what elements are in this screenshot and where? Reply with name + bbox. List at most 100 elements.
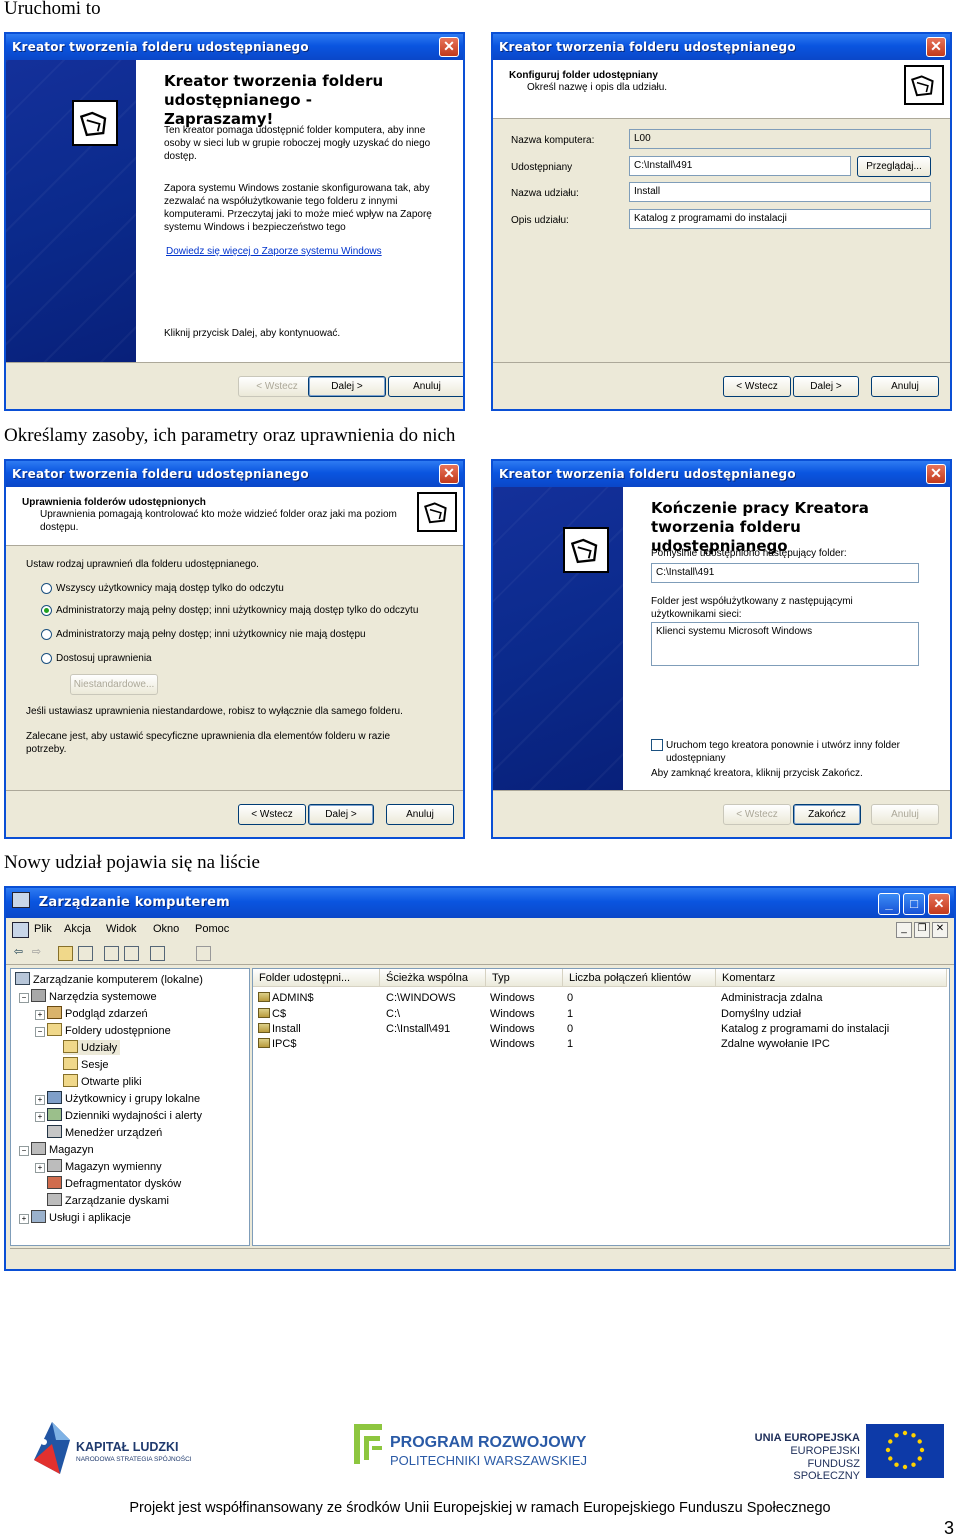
column-header-type[interactable]: Typ [486,969,563,987]
cancel-button[interactable]: Anuluj [386,804,454,825]
child-restore-button[interactable]: ❐ [914,922,930,938]
tree-item-open-files[interactable]: Otwarte pliki [63,1074,142,1089]
column-header-connections[interactable]: Liczba połączeń klientów [563,969,716,987]
cancel-button[interactable]: Anuluj [871,376,939,397]
export-list-icon[interactable] [124,946,139,961]
close-button[interactable]: ✕ [926,464,946,484]
share-name-field[interactable]: Install [629,182,931,202]
close-button[interactable]: ✕ [928,893,950,915]
tree-item-shared-folders[interactable]: Foldery udostępnione [47,1023,171,1038]
finish-content: Kończenie pracy Kreatora tworzenia folde… [623,487,950,791]
menu-action[interactable]: Akcja [64,923,91,935]
custom-permissions-button[interactable]: Niestandardowe... [70,674,158,695]
prpw-line-1: PROGRAM ROZWOJOWY [390,1434,587,1451]
column-header-share[interactable]: Folder udostępni... [253,969,380,987]
column-header-path[interactable]: Ścieżka wspólna [380,969,486,987]
caption-2: Określamy zasoby, ich parametry oraz upr… [4,425,456,446]
menu-view[interactable]: Widok [106,923,137,935]
tree-item-local-users[interactable]: Użytkownicy i grupy lokalne [47,1091,200,1106]
next-button[interactable]: Dalej > [308,804,374,825]
radio-admin-full-others-none[interactable] [41,629,52,640]
tree-item-removable-storage[interactable]: Magazyn wymienny [47,1159,162,1174]
expand-toggle[interactable]: + [35,1112,45,1122]
maximize-button[interactable]: □ [903,893,925,915]
share-name-text: IPC$ [272,1038,297,1050]
radio-custom-permissions[interactable] [41,653,52,664]
radio-read-only-all[interactable] [41,583,52,594]
folder-path-field[interactable]: C:\Install\491 [629,156,851,176]
label-share-name: Nazwa udziału: [511,188,579,199]
up-folder-icon[interactable] [58,946,73,961]
back-arrow-icon[interactable]: ⇦ [12,946,25,959]
close-button[interactable]: ✕ [439,37,459,57]
tree-item-root[interactable]: Zarządzanie komputerem (lokalne) [15,972,203,987]
column-header-comment[interactable]: Komentarz [716,969,947,987]
eu-flag-icon [866,1424,944,1478]
collapse-toggle[interactable]: − [19,1146,29,1156]
minimize-button[interactable]: _ [878,893,900,915]
expand-toggle[interactable]: + [35,1095,45,1105]
collapse-toggle[interactable]: − [19,993,29,1003]
radio-admin-full-others-read[interactable] [41,605,52,616]
cancel-button[interactable]: Anuluj [871,804,939,825]
forward-arrow-icon[interactable]: ⇨ [30,946,43,959]
tree-item-services-apps[interactable]: Usługi i aplikacje [31,1210,131,1225]
show-tree-icon[interactable] [78,946,93,961]
collapse-toggle[interactable]: − [35,1027,45,1037]
tree-item-storage[interactable]: Magazyn [31,1142,94,1157]
back-button[interactable]: < Wstecz [238,376,316,397]
share-comment-cell: Administracja zdalna [721,992,823,1004]
tree-item-system-tools[interactable]: Narzędzia systemowe [31,989,157,1004]
menu-window[interactable]: Okno [153,923,179,935]
caption-3: Nowy udział pojawia się na liście [4,852,260,873]
next-button[interactable]: Dalej > [308,376,386,397]
tree-item-performance-logs[interactable]: Dzienniki wydajności i alerty [47,1108,202,1123]
menu-file[interactable]: Plik [34,923,52,935]
share-type-cell: Windows [490,1038,535,1050]
toolbar: ⇦ ⇨ [6,942,954,965]
child-close-button[interactable]: ✕ [932,922,948,938]
tree-item-device-manager[interactable]: Menedżer urządzeń [47,1125,162,1140]
help-icon[interactable] [150,946,165,961]
child-minimize-button[interactable]: _ [896,922,912,938]
computer-icon [15,972,30,985]
window-title: Kreator tworzenia folderu udostępnianego [493,461,950,487]
next-button[interactable]: Dalej > [793,376,859,397]
back-button[interactable]: < Wstecz [723,376,791,397]
disk-management-icon [47,1193,62,1206]
tree-item-shares[interactable]: Udziały [63,1040,121,1055]
tree-item-disk-management[interactable]: Zarządzanie dyskami [47,1193,169,1208]
cancel-button[interactable]: Anuluj [388,376,463,397]
app-menu-icon[interactable] [12,922,29,938]
welcome-paragraph-1: Ten kreator pomaga udostępnić folder kom… [164,125,431,162]
welcome-paragraph-2: Zapora systemu Windows zostanie skonfigu… [164,183,432,233]
tree-item-defragmenter[interactable]: Defragmentator dysków [47,1176,181,1191]
services-icon [31,1210,46,1223]
expand-toggle[interactable]: + [35,1010,45,1020]
new-share-icon[interactable] [196,946,211,961]
kapital-ludzki-subtitle: NARODOWA STRATEGIA SPÓJNOŚCI [76,1456,192,1463]
back-button[interactable]: < Wstecz [723,804,791,825]
tree-item-sessions[interactable]: Sesje [63,1057,109,1072]
expand-toggle[interactable]: + [19,1214,29,1224]
finish-button[interactable]: Zakończ [793,804,861,825]
close-button[interactable]: ✕ [926,37,946,57]
firewall-link[interactable]: Dowiedz się więcej o Zaporze systemu Win… [166,245,382,258]
run-again-checkbox[interactable] [651,739,663,751]
tree-item-label: Foldery udostępnione [65,1025,171,1037]
tree-item-event-viewer[interactable]: Podgląd zdarzeń [47,1006,148,1021]
tree-item-label: Zarządzanie komputerem (lokalne) [33,974,203,986]
share-name-text: C$ [272,1008,287,1020]
shared-folder-icon [72,100,118,146]
back-button[interactable]: < Wstecz [238,804,306,825]
share-description-field[interactable]: Katalog z programami do instalacji [629,209,931,229]
menu-help[interactable]: Pomoc [195,923,229,935]
wizard-header: Konfiguruj folder udostępniany Określ na… [493,60,950,119]
expand-toggle[interactable]: + [35,1163,45,1173]
properties-icon[interactable] [104,946,119,961]
window-title: Zarządzanie komputerem [6,888,954,918]
tree-item-label: Użytkownicy i grupy lokalne [65,1093,201,1105]
browse-button[interactable]: Przeglądaj... [857,156,931,177]
storage-icon [31,1142,46,1155]
close-button[interactable]: ✕ [439,464,459,484]
